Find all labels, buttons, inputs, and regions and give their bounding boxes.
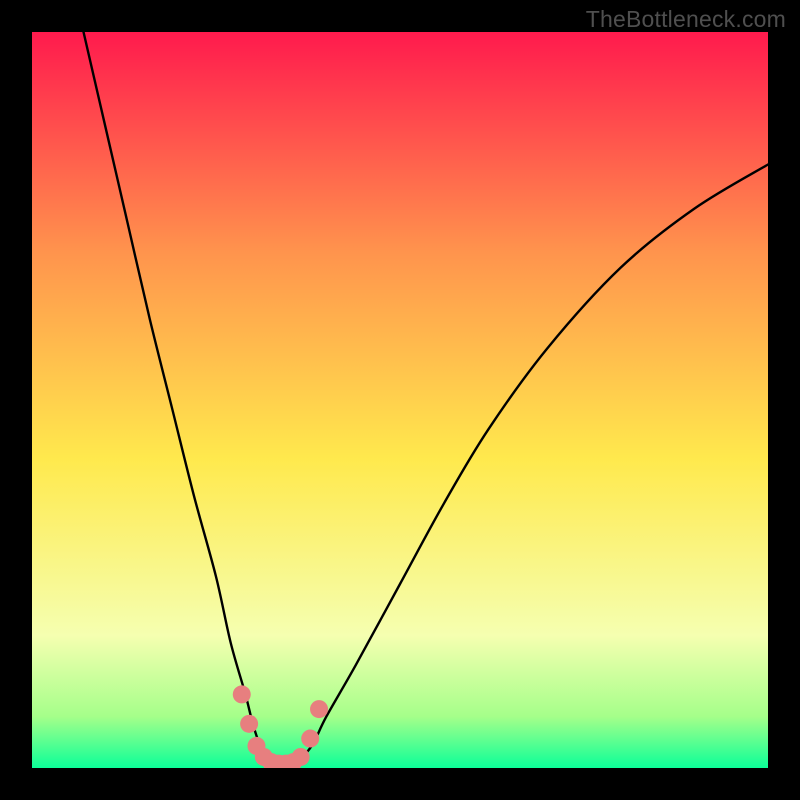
marker-dot [301, 730, 319, 748]
marker-dot [292, 748, 310, 766]
plot-area [32, 32, 768, 768]
chart-frame: TheBottleneck.com [0, 0, 800, 800]
chart-svg [32, 32, 768, 768]
marker-dot [233, 685, 251, 703]
watermark-text: TheBottleneck.com [586, 6, 786, 33]
marker-dot [310, 700, 328, 718]
marker-dot [240, 715, 258, 733]
gradient-background [32, 32, 768, 768]
